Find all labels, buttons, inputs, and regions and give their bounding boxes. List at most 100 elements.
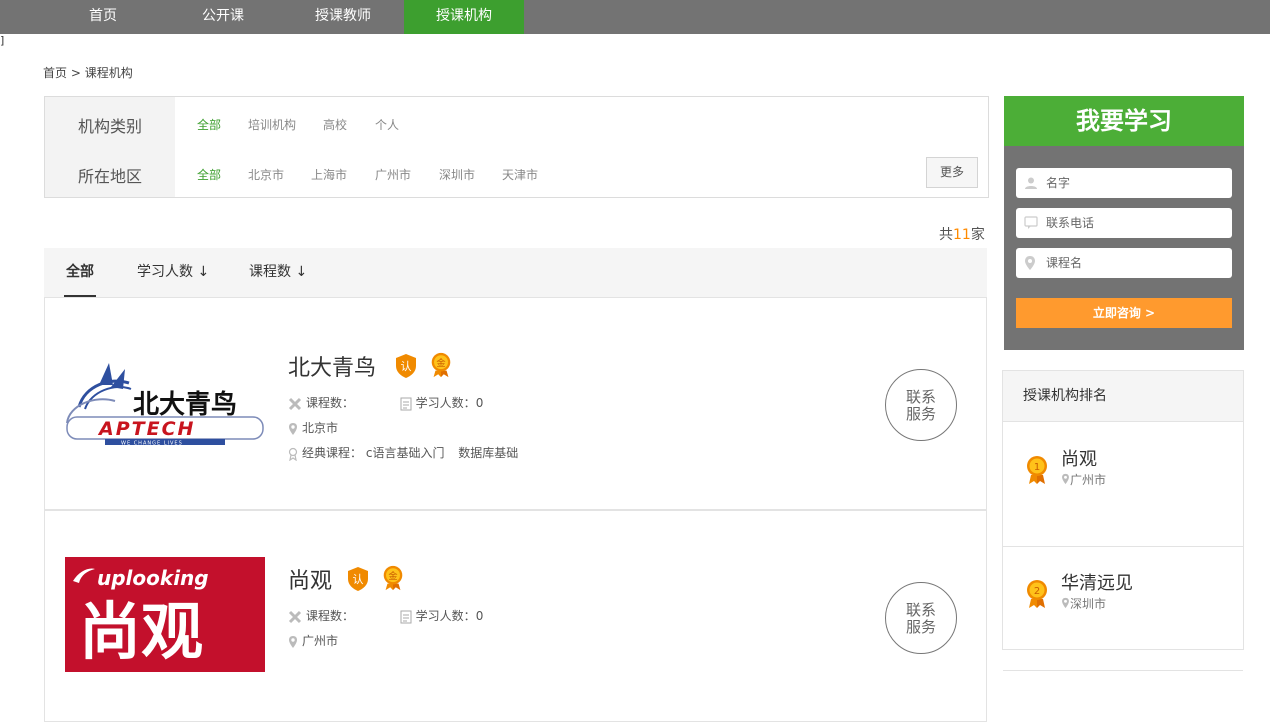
total-suffix: 家 <box>970 227 985 243</box>
location-pin-icon <box>1062 473 1069 485</box>
filter-region-beijing[interactable]: 北京市 <box>248 166 284 183</box>
aptech-logo-tagline: WE CHANGE LIVES <box>121 441 183 447</box>
total-number: 11 <box>953 227 971 243</box>
location-pin-icon <box>289 635 297 648</box>
learn-signup-panel: 我要学习 立即咨询 > <box>1004 96 1244 350</box>
ranking-org-city: 广州市 <box>1070 473 1107 487</box>
sort-tab-courses[interactable]: 课程数 ↓ <box>249 248 307 298</box>
contact-service-button[interactable]: 联系 服务 <box>885 582 957 654</box>
classic-course-link[interactable]: 数据库基础 <box>458 446 518 460</box>
ranking-title: 授课机构排名 <box>1003 371 1243 422</box>
ranking-item[interactable]: 2 华清远见 深圳市 <box>1003 547 1243 671</box>
contact-label-line1: 联系 <box>905 388 936 406</box>
phone-icon <box>1024 216 1038 229</box>
contact-label-line2: 服务 <box>905 618 936 636</box>
aptech-logo-wordmark: APTECH <box>97 418 195 440</box>
org-stats: 课程数： 学习人数：0 <box>288 607 483 624</box>
location-pin-icon <box>1062 597 1069 609</box>
org-logo-uplooking[interactable]: uplooking 尚观 <box>65 557 265 672</box>
contact-service-button[interactable]: 联系 服务 <box>885 369 957 441</box>
sort-active-underline <box>64 295 96 297</box>
medal-outline-icon <box>288 447 298 461</box>
courses-label: 课程数： <box>306 396 355 410</box>
sort-bar: 全部 学习人数 ↓ 课程数 ↓ <box>44 248 987 298</box>
top-nav: 首页 公开课 授课教师 授课机构 <box>0 0 1270 34</box>
nav-item-home[interactable]: 首页 <box>43 0 163 34</box>
sort-tab-students[interactable]: 学习人数 ↓ <box>137 248 209 298</box>
document-icon <box>400 610 412 623</box>
ranking-item[interactable]: 1 尚观 广州市 <box>1003 423 1243 547</box>
filter-region-label: 所在地区 <box>77 167 142 186</box>
more-regions-button[interactable]: 更多 <box>926 157 978 188</box>
user-icon <box>1025 177 1037 189</box>
org-name[interactable]: 北大青鸟 <box>288 350 376 382</box>
students-label: 学习人数： <box>415 609 476 623</box>
breadcrumb: 首页 > 课程机构 <box>43 64 133 81</box>
course-field <box>1016 248 1232 278</box>
filter-label-column: 机构类别 所在地区 <box>45 97 175 197</box>
total-prefix: 共 <box>939 227 953 243</box>
students-label: 学习人数： <box>415 396 476 410</box>
ranking-org-location: 深圳市 <box>1061 595 1106 612</box>
rank-number: 2 <box>1034 586 1040 597</box>
filter-category-all[interactable]: 全部 <box>197 116 221 133</box>
breadcrumb-current: 课程机构 <box>84 66 133 80</box>
document-icon <box>400 397 412 410</box>
filter-region-all[interactable]: 全部 <box>197 166 221 183</box>
name-input[interactable] <box>1046 168 1226 198</box>
svg-text:认: 认 <box>401 360 412 373</box>
gold-badge-icon: 金 <box>431 352 451 378</box>
filter-region-shanghai[interactable]: 上海市 <box>311 166 347 183</box>
location-pin-icon <box>1025 256 1035 270</box>
course-tools-icon <box>288 610 302 623</box>
filter-category-individual[interactable]: 个人 <box>375 116 399 133</box>
nav-item-teachers[interactable]: 授课教师 <box>283 0 403 34</box>
svg-text:认: 认 <box>353 573 364 586</box>
filter-panel: 机构类别 所在地区 全部 培训机构 高校 个人 全部 北京市 上海市 广州市 深… <box>44 96 989 198</box>
ranking-org-city: 深圳市 <box>1070 597 1107 611</box>
filter-region-guangzhou[interactable]: 广州市 <box>375 166 411 183</box>
org-name[interactable]: 尚观 <box>288 563 332 595</box>
courses-label: 课程数： <box>306 609 355 623</box>
contact-label-line2: 服务 <box>905 405 936 423</box>
institution-ranking-panel: 授课机构排名 1 尚观 广州市 2 华清远见 深圳市 <box>1002 370 1244 671</box>
phone-input[interactable] <box>1046 208 1226 238</box>
uplooking-logo-image: uplooking 尚观 <box>73 566 209 668</box>
breadcrumb-home-link[interactable]: 首页 <box>43 66 67 80</box>
nav-item-open-courses[interactable]: 公开课 <box>163 0 283 34</box>
classic-course-link[interactable]: c语言基础入门 <box>366 446 445 460</box>
filter-category-university[interactable]: 高校 <box>323 116 347 133</box>
total-count: 共11家 <box>939 224 985 244</box>
svg-text:金: 金 <box>436 357 445 369</box>
rank-medal-icon: 2 <box>1027 580 1047 608</box>
org-stats: 课程数： 学习人数：0 <box>288 394 483 411</box>
breadcrumb-separator: > <box>70 66 81 80</box>
filter-region-shenzhen[interactable]: 深圳市 <box>439 166 475 183</box>
org-city: 广州市 <box>302 634 339 648</box>
contact-label-line1: 联系 <box>905 601 936 619</box>
certified-badge-icon: 认 <box>348 567 368 591</box>
svg-text:金: 金 <box>388 570 397 582</box>
uplooking-logo-chinese: 尚观 <box>79 595 203 668</box>
course-tools-icon <box>288 397 302 410</box>
ranking-org-name[interactable]: 华清远见 <box>1061 569 1133 595</box>
consult-now-button[interactable]: 立即咨询 > <box>1016 298 1232 328</box>
nav-item-institutions[interactable]: 授课机构 <box>404 0 524 34</box>
stray-bracket-text: ] <box>0 34 5 47</box>
org-city: 北京市 <box>302 421 339 435</box>
course-input[interactable] <box>1046 248 1226 278</box>
filter-category-training[interactable]: 培训机构 <box>248 116 296 133</box>
name-field <box>1016 168 1232 198</box>
ranking-org-name[interactable]: 尚观 <box>1061 445 1097 471</box>
uplooking-logo-wordmark: uplooking <box>97 566 209 590</box>
org-location: 广州市 <box>288 632 338 649</box>
learn-panel-title: 我要学习 <box>1004 96 1244 146</box>
sort-tab-all[interactable]: 全部 <box>66 248 94 298</box>
phone-field <box>1016 208 1232 238</box>
org-logo-aptech[interactable]: 北大青鸟 APTECH WE CHANGE LIVES <box>65 345 265 460</box>
aptech-logo-image: 北大青鸟 APTECH WE CHANGE LIVES <box>66 363 264 447</box>
aptech-logo-chinese: 北大青鸟 <box>133 389 237 420</box>
rank-medal-icon: 1 <box>1027 456 1047 484</box>
org-card: uplooking 尚观 尚观 认 金 课程数： 学习人数：0 广州市 联系 服… <box>44 510 987 722</box>
filter-region-tianjin[interactable]: 天津市 <box>502 166 538 183</box>
